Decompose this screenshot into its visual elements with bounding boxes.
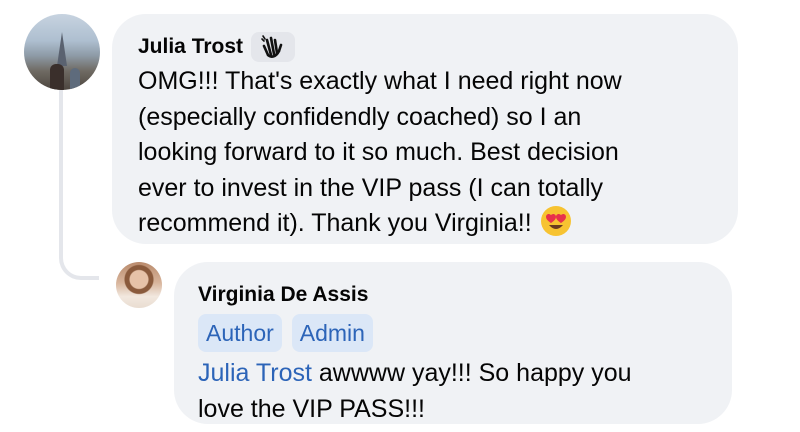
reply-body-line1: awwww yay!!! So happy you xyxy=(311,359,632,387)
comment-author-name[interactable]: Julia Trost xyxy=(138,32,243,62)
comment-bubble: Julia Trost OMG!!! That's exactly what I… xyxy=(112,14,738,244)
reply-author-name[interactable]: Virginia De Assis xyxy=(198,280,368,310)
reply-role-tags: Author Admin xyxy=(198,314,706,352)
avatar-photo-person xyxy=(50,64,64,90)
admin-role-badge[interactable]: Admin xyxy=(291,314,373,352)
avatar-photo-person-secondary xyxy=(70,68,80,90)
reply-text: Julia Trost awwww yay!!! So happy you lo… xyxy=(198,356,706,427)
avatar-julia-trost[interactable] xyxy=(24,14,100,90)
reply-body-line2: love the VIP PASS!!! xyxy=(198,394,425,423)
reply-bubble: Virginia De Assis Author Admin Julia Tro… xyxy=(174,262,732,424)
comment-header: Julia Trost xyxy=(138,32,712,62)
reply-header: Virginia De Assis xyxy=(198,280,706,310)
avatar-virginia-de-assis[interactable] xyxy=(116,262,162,308)
waving-hand-icon[interactable] xyxy=(251,32,296,62)
avatar-photo-tower xyxy=(57,32,67,66)
mention-link[interactable]: Julia Trost xyxy=(198,359,312,387)
reply-thread-connector xyxy=(59,90,99,280)
author-role-badge[interactable]: Author xyxy=(198,314,282,352)
comment-text: OMG!!! That's exactly what I need right … xyxy=(138,64,712,242)
heart-eyes-emoji xyxy=(540,205,572,237)
